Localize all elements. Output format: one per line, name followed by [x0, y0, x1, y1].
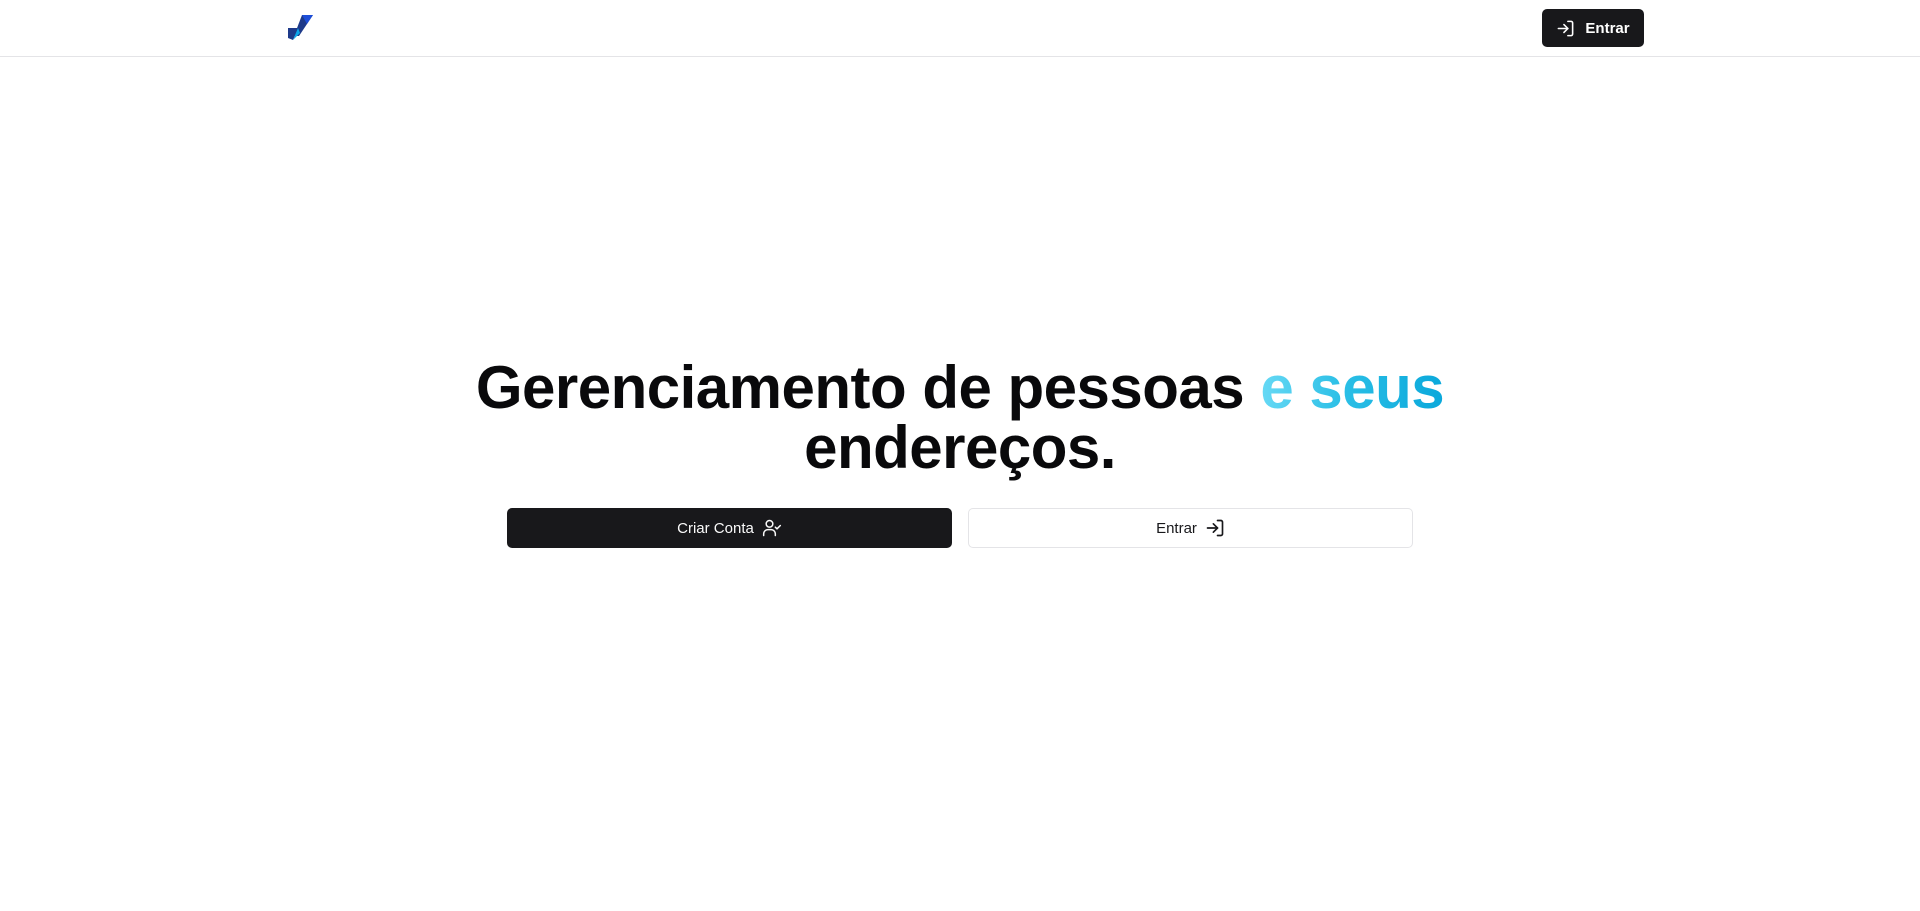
header-login-button[interactable]: Entrar [1542, 9, 1644, 47]
hero-title-accent: e seus [1260, 354, 1445, 421]
login-button[interactable]: Entrar [968, 508, 1413, 548]
hero-title-part2: endereços. [804, 414, 1116, 481]
create-account-button[interactable]: Criar Conta [507, 508, 952, 548]
hero-title: Gerenciamento de pessoas e seus endereço… [0, 358, 1920, 478]
user-check-icon [762, 519, 781, 537]
brand-logo-icon[interactable] [286, 14, 314, 42]
create-account-label: Criar Conta [677, 519, 754, 537]
hero-section: Gerenciamento de pessoas e seus endereço… [0, 358, 1920, 478]
hero-actions: Criar Conta Entrar [507, 508, 1413, 548]
hero-title-part1: Gerenciamento de pessoas [475, 354, 1261, 421]
log-in-icon [1206, 519, 1224, 537]
header-login-label: Entrar [1585, 19, 1630, 37]
top-navbar: Entrar [0, 0, 1920, 57]
login-label: Entrar [1156, 519, 1197, 537]
log-in-icon [1557, 20, 1574, 36]
